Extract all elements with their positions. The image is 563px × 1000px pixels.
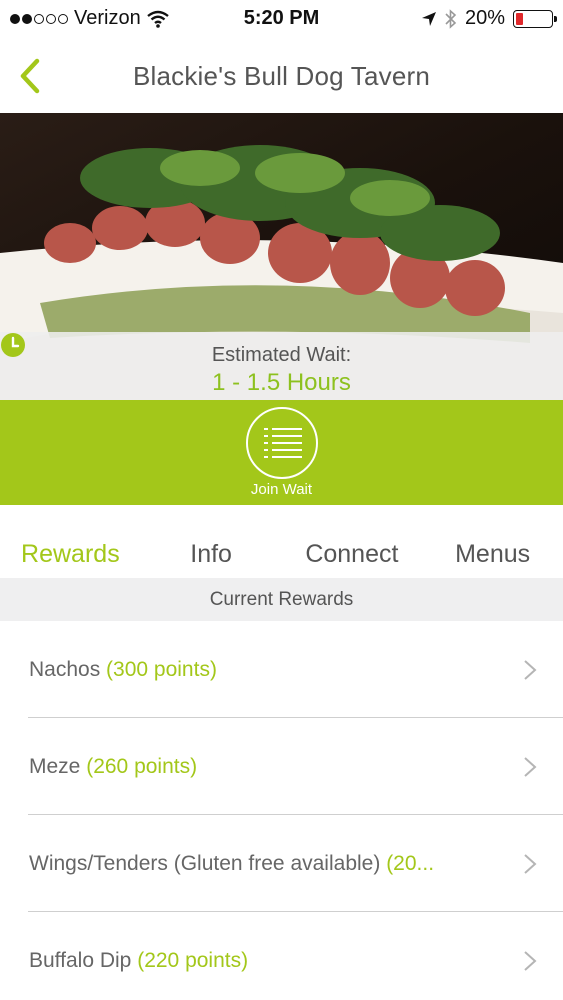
reward-row[interactable]: Nachos (300 points) <box>0 621 563 718</box>
back-button[interactable] <box>10 54 50 98</box>
estimated-wait-panel: Estimated Wait: 1 - 1.5 Hours <box>0 332 563 400</box>
tab-bar: Rewards Info Connect Menus <box>0 530 563 578</box>
tab-rewards[interactable]: Rewards <box>0 530 141 578</box>
reward-text: Meze (260 points) <box>29 755 197 779</box>
chevron-right-icon <box>524 951 537 971</box>
chevron-right-icon <box>524 757 537 777</box>
reward-points: (220 points) <box>137 948 249 972</box>
reward-text: Wings/Tenders (Gluten free available) (2… <box>29 852 434 876</box>
chevron-right-icon <box>524 660 537 680</box>
nav-bar: Blackie's Bull Dog Tavern <box>0 40 563 112</box>
reward-row[interactable]: Wings/Tenders (Gluten free available) (2… <box>0 815 563 912</box>
join-wait-band: Join Wait <box>0 400 563 505</box>
hero-image: Estimated Wait: 1 - 1.5 Hours <box>0 113 563 400</box>
reward-name: Buffalo Dip <box>29 948 132 972</box>
reward-points: (260 points) <box>86 754 198 778</box>
reward-points: (20... <box>386 851 435 875</box>
bluetooth-icon <box>445 8 457 29</box>
tab-info[interactable]: Info <box>141 530 282 578</box>
section-header: Current Rewards <box>0 578 563 621</box>
wait-value: 1 - 1.5 Hours <box>212 369 351 396</box>
reward-row[interactable]: Meze (260 points) <box>0 718 563 815</box>
tab-menus[interactable]: Menus <box>422 530 563 578</box>
location-arrow-icon <box>421 11 436 26</box>
clock-icon <box>1 333 25 357</box>
battery-icon <box>513 9 557 28</box>
list-icon <box>263 428 302 458</box>
join-wait-label: Join Wait <box>250 481 313 498</box>
reward-name: Nachos <box>29 657 101 681</box>
chevron-right-icon <box>524 854 537 874</box>
battery-level <box>516 12 523 25</box>
reward-points: (300 points) <box>106 657 217 681</box>
reward-name: Wings/Tenders (Gluten free available) <box>29 851 381 875</box>
status-right: 20% <box>421 7 557 30</box>
reward-name: Meze <box>29 754 81 778</box>
wait-label: Estimated Wait: <box>211 344 352 366</box>
reward-text: Nachos (300 points) <box>29 658 217 682</box>
reward-row[interactable]: Buffalo Dip (220 points) <box>0 912 563 1000</box>
tab-connect[interactable]: Connect <box>282 530 423 578</box>
page-title: Blackie's Bull Dog Tavern <box>132 60 431 91</box>
battery-percent: 20% <box>464 7 505 29</box>
rewards-list: Nachos (300 points) Meze (260 points) Wi… <box>0 621 563 1000</box>
chevron-left-icon <box>20 58 40 94</box>
wait-value-row: 1 - 1.5 Hours <box>0 333 563 397</box>
status-bar: Verizon 5:20 PM 20% <box>0 0 563 40</box>
reward-text: Buffalo Dip (220 points) <box>29 949 248 973</box>
join-wait-button[interactable] <box>245 407 318 479</box>
